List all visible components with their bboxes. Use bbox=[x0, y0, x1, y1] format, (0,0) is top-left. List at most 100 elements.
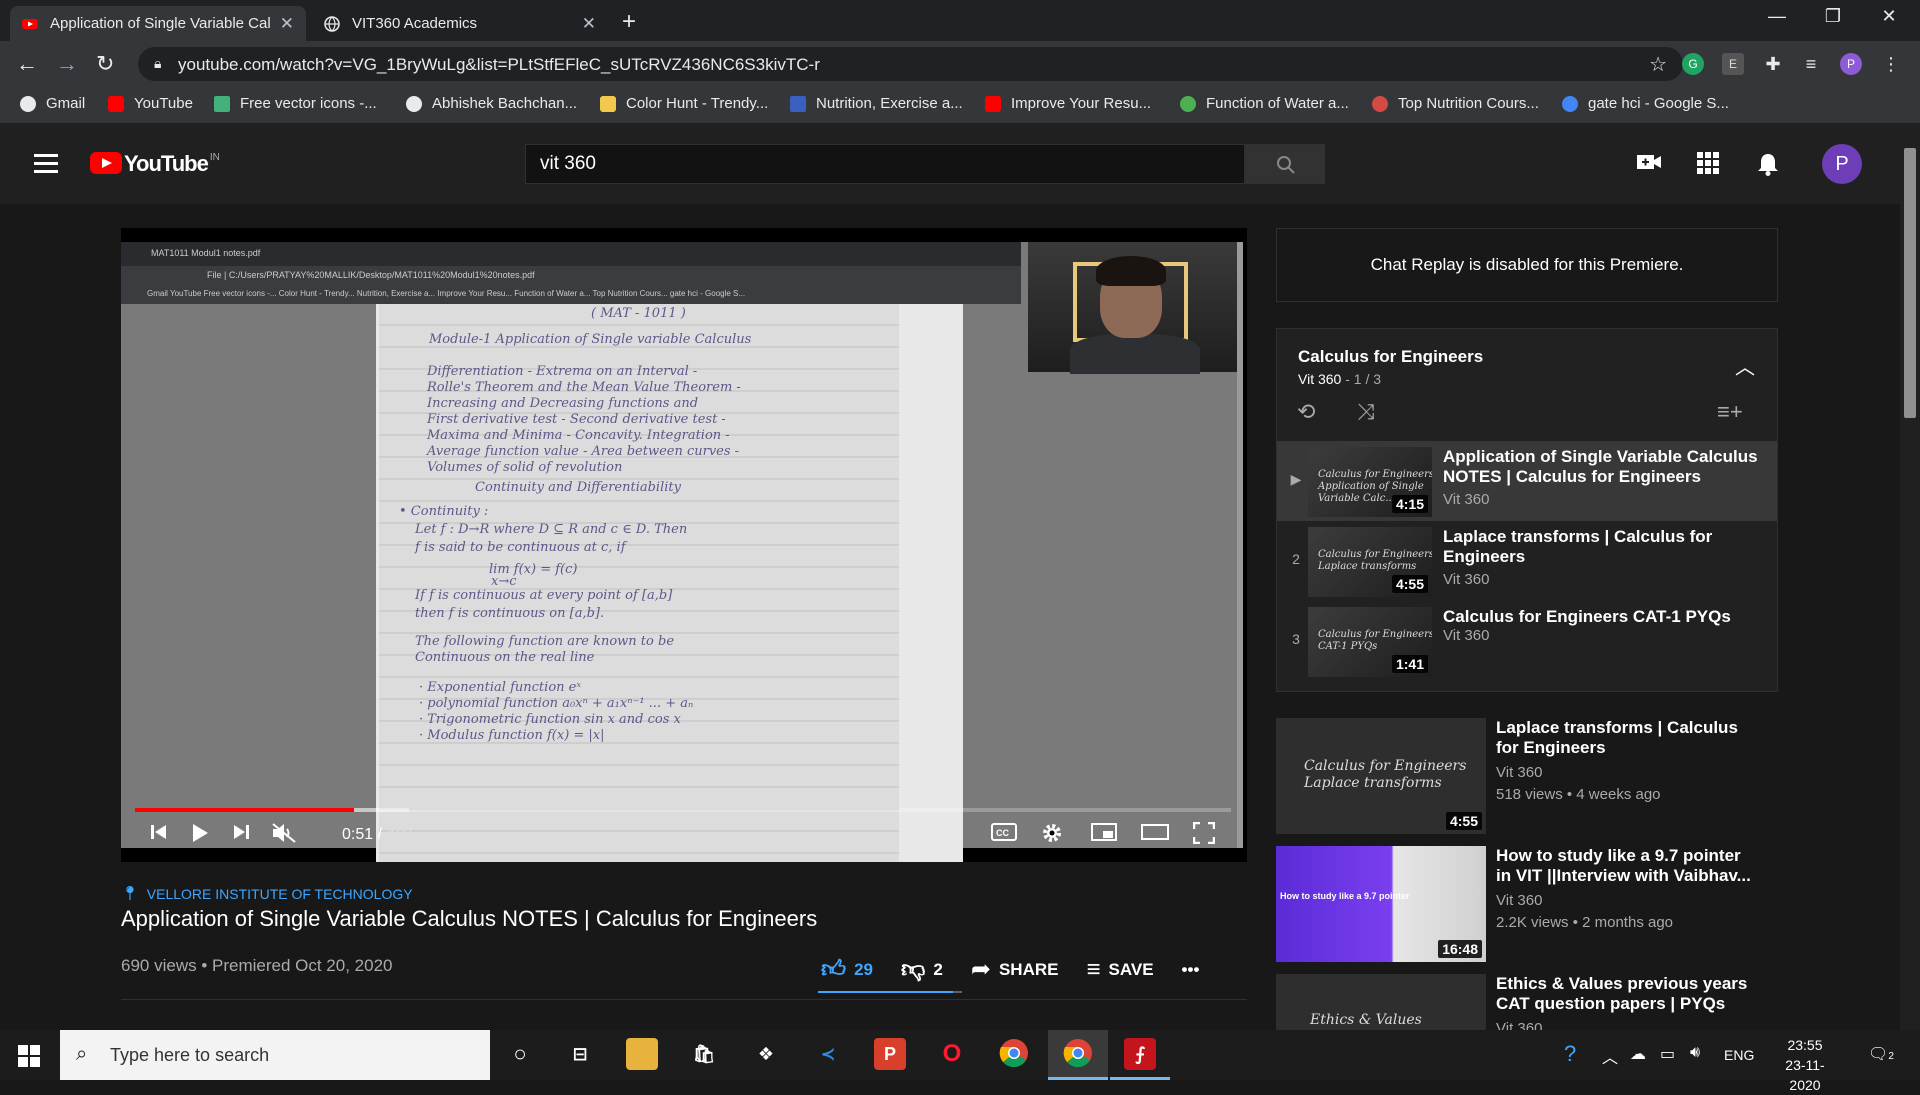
bookmark-nutrition[interactable]: Nutrition, Exercise a... bbox=[790, 95, 963, 112]
address-url[interactable]: youtube.com/watch?v=VG_1BryWuLg&list=PLt… bbox=[178, 55, 820, 75]
chrome-menu-icon[interactable]: ⋮ bbox=[1880, 53, 1902, 75]
miniplayer-icon[interactable] bbox=[1091, 822, 1117, 848]
hamburger-menu-icon[interactable] bbox=[34, 154, 58, 173]
youtube-logo[interactable]: YouTube IN bbox=[90, 152, 220, 176]
shuffle-icon[interactable]: ⤨ bbox=[1357, 399, 1375, 425]
bookmark-free-vector-icons[interactable]: Free vector icons -... bbox=[214, 95, 377, 112]
bookmark-improve-resume[interactable]: Improve Your Resu... bbox=[985, 95, 1151, 112]
page-scrollbar[interactable] bbox=[1900, 124, 1920, 1030]
microsoft-store-icon[interactable]: 🛍︎ bbox=[688, 1038, 720, 1070]
share-button[interactable]: ➦ SHARE bbox=[971, 955, 1059, 984]
more-actions-button[interactable]: ••• bbox=[1182, 960, 1200, 980]
close-icon[interactable]: ✕ bbox=[582, 14, 596, 34]
chrome-icon[interactable] bbox=[998, 1038, 1030, 1070]
previous-video-icon[interactable] bbox=[149, 822, 169, 848]
playlist-item-title[interactable]: Application of Single Variable Calculus … bbox=[1443, 447, 1763, 487]
playlist-item-title[interactable]: Laplace transforms | Calculus for Engine… bbox=[1443, 527, 1763, 567]
notification-center-icon[interactable]: 🗨︎2 bbox=[1868, 1044, 1894, 1064]
playlist-item-channel[interactable]: Vit 360 bbox=[1443, 491, 1489, 508]
language-indicator[interactable]: ENG bbox=[1724, 1047, 1754, 1063]
like-button[interactable]: 👍︎ 29 bbox=[821, 956, 873, 984]
location-text[interactable]: VELLORE INSTITUTE OF TECHNOLOGY bbox=[147, 886, 413, 902]
opera-icon[interactable]: O bbox=[936, 1038, 968, 1070]
media-queue-icon[interactable]: ≡ bbox=[1800, 53, 1822, 75]
playlist-item-title[interactable]: Calculus for Engineers CAT-1 PYQs bbox=[1443, 607, 1763, 627]
playlist-channel[interactable]: Vit 360 bbox=[1298, 371, 1341, 387]
recommended-video[interactable]: Calculus for Engineers Laplace transform… bbox=[1276, 718, 1796, 834]
video-player[interactable]: MAT1011 Modul1 notes.pdf File | C:/Users… bbox=[121, 228, 1247, 862]
bookmark-top-nutrition[interactable]: Top Nutrition Cours... bbox=[1372, 95, 1539, 112]
bookmark-color-hunt[interactable]: Color Hunt - Trendy... bbox=[600, 95, 768, 112]
captions-icon[interactable]: CC bbox=[991, 822, 1017, 848]
address-bar[interactable]: 🔒︎ youtube.com/watch?v=VG_1BryWuLg&list=… bbox=[138, 47, 1683, 81]
playlist-item-channel[interactable]: Vit 360 bbox=[1443, 571, 1489, 588]
playlist-thumbnail[interactable]: Calculus for Engineers CAT-1 PYQs 1:41 bbox=[1308, 607, 1432, 677]
extensions-puzzle-icon[interactable]: ✚ bbox=[1762, 53, 1784, 75]
extension-e-icon[interactable]: E bbox=[1722, 53, 1744, 75]
bookmark-abhishek[interactable]: Abhishek Bachchan... bbox=[406, 95, 577, 112]
acrobat-icon[interactable]: ⨍ bbox=[1124, 1038, 1156, 1070]
theater-mode-icon[interactable] bbox=[1141, 822, 1169, 848]
battery-icon[interactable]: ▭ bbox=[1660, 1044, 1675, 1064]
save-button[interactable]: ≡ SAVE bbox=[1086, 956, 1153, 984]
recommended-channel[interactable]: Vit 360 bbox=[1496, 1020, 1542, 1030]
location-link[interactable]: 📍︎ VELLORE INSTITUTE OF TECHNOLOGY bbox=[121, 885, 1247, 902]
profile-avatar[interactable]: P bbox=[1840, 53, 1862, 75]
next-video-icon[interactable] bbox=[231, 822, 251, 848]
vscode-icon[interactable]: ≺ bbox=[812, 1038, 844, 1070]
pomodoro-app-icon[interactable]: P bbox=[874, 1038, 906, 1070]
playlist-title[interactable]: Calculus for Engineers bbox=[1298, 347, 1483, 367]
recommended-video[interactable]: How to study like a 9.7 pointer 16:48 Ho… bbox=[1276, 846, 1796, 962]
back-arrow-icon[interactable]: ← bbox=[16, 51, 38, 77]
close-window-button[interactable]: ✕ bbox=[1866, 6, 1912, 27]
recommended-title[interactable]: Laplace transforms | Calculus for Engine… bbox=[1496, 718, 1756, 758]
chevron-up-icon[interactable]: ︿ bbox=[1602, 1044, 1618, 1068]
playlist-thumbnail[interactable]: Calculus for Engineers Laplace transform… bbox=[1308, 527, 1432, 597]
fullscreen-icon[interactable] bbox=[1192, 821, 1216, 850]
playlist-item[interactable]: 3 Calculus for Engineers CAT-1 PYQs 1:41… bbox=[1277, 601, 1777, 681]
maximize-button[interactable]: ❐ bbox=[1810, 6, 1856, 27]
dropbox-icon[interactable]: ❖ bbox=[750, 1038, 782, 1070]
video-frame[interactable]: MAT1011 Modul1 notes.pdf File | C:/Users… bbox=[121, 242, 1243, 862]
cortana-icon[interactable]: ○ bbox=[504, 1038, 536, 1070]
bookmark-gate-hci[interactable]: gate hci - Google S... bbox=[1562, 95, 1729, 112]
search-button[interactable] bbox=[1245, 144, 1325, 184]
scrollbar-thumb[interactable] bbox=[1904, 148, 1916, 418]
recommended-title[interactable]: Ethics & Values previous years CAT quest… bbox=[1496, 974, 1756, 1014]
notifications-bell-icon[interactable] bbox=[1757, 152, 1779, 182]
tab-active[interactable]: Application of Single Variable Cal ✕ bbox=[10, 6, 306, 41]
grammarly-extension-icon[interactable]: G bbox=[1682, 53, 1704, 75]
bookmark-star-icon[interactable]: ☆ bbox=[1649, 52, 1667, 77]
apps-grid-icon[interactable] bbox=[1697, 152, 1719, 180]
taskbar-search-placeholder[interactable]: Type here to search bbox=[110, 1045, 269, 1066]
recommended-thumbnail[interactable]: How to study like a 9.7 pointer 16:48 bbox=[1276, 846, 1486, 962]
onedrive-cloud-icon[interactable]: ☁︎ bbox=[1630, 1044, 1646, 1064]
file-explorer-icon[interactable] bbox=[626, 1038, 658, 1070]
loop-icon[interactable]: ⟲ bbox=[1297, 399, 1315, 425]
settings-gear-icon[interactable] bbox=[1041, 822, 1063, 850]
account-avatar[interactable]: P bbox=[1822, 144, 1862, 184]
recommended-title[interactable]: How to study like a 9.7 pointer in VIT |… bbox=[1496, 846, 1756, 886]
reload-icon[interactable]: ↻ bbox=[96, 51, 114, 77]
playlist-thumbnail[interactable]: Calculus for Engineers Application of Si… bbox=[1308, 447, 1432, 517]
volume-icon[interactable]: 🔊︎ bbox=[1690, 1044, 1700, 1062]
minimize-button[interactable]: — bbox=[1754, 6, 1800, 27]
bookmark-youtube[interactable]: YouTube bbox=[108, 95, 193, 112]
playlist-item[interactable]: 2 Calculus for Engineers Laplace transfo… bbox=[1277, 521, 1777, 601]
search-input[interactable] bbox=[526, 145, 1244, 183]
muted-volume-icon[interactable] bbox=[271, 822, 297, 850]
recommended-channel[interactable]: Vit 360 bbox=[1496, 764, 1542, 781]
close-icon[interactable]: ✕ bbox=[280, 14, 294, 34]
clock[interactable]: 23:55 23-11-2020 bbox=[1770, 1035, 1840, 1095]
chrome-active-icon[interactable] bbox=[1062, 1038, 1094, 1070]
recommended-thumbnail[interactable]: Ethics & Values bbox=[1276, 974, 1486, 1030]
windows-start-icon[interactable] bbox=[18, 1045, 40, 1067]
chevron-up-icon[interactable]: ︿ bbox=[1735, 351, 1755, 380]
bookmark-function-water[interactable]: Function of Water a... bbox=[1180, 95, 1349, 112]
tab-inactive[interactable]: VIT360 Academics ✕ bbox=[312, 6, 608, 41]
bookmark-gmail[interactable]: Gmail bbox=[20, 95, 85, 112]
task-view-icon[interactable]: ⊟ bbox=[564, 1038, 596, 1070]
new-tab-button[interactable]: + bbox=[622, 8, 636, 36]
forward-arrow-icon[interactable]: → bbox=[56, 51, 78, 77]
play-icon[interactable] bbox=[189, 822, 211, 850]
